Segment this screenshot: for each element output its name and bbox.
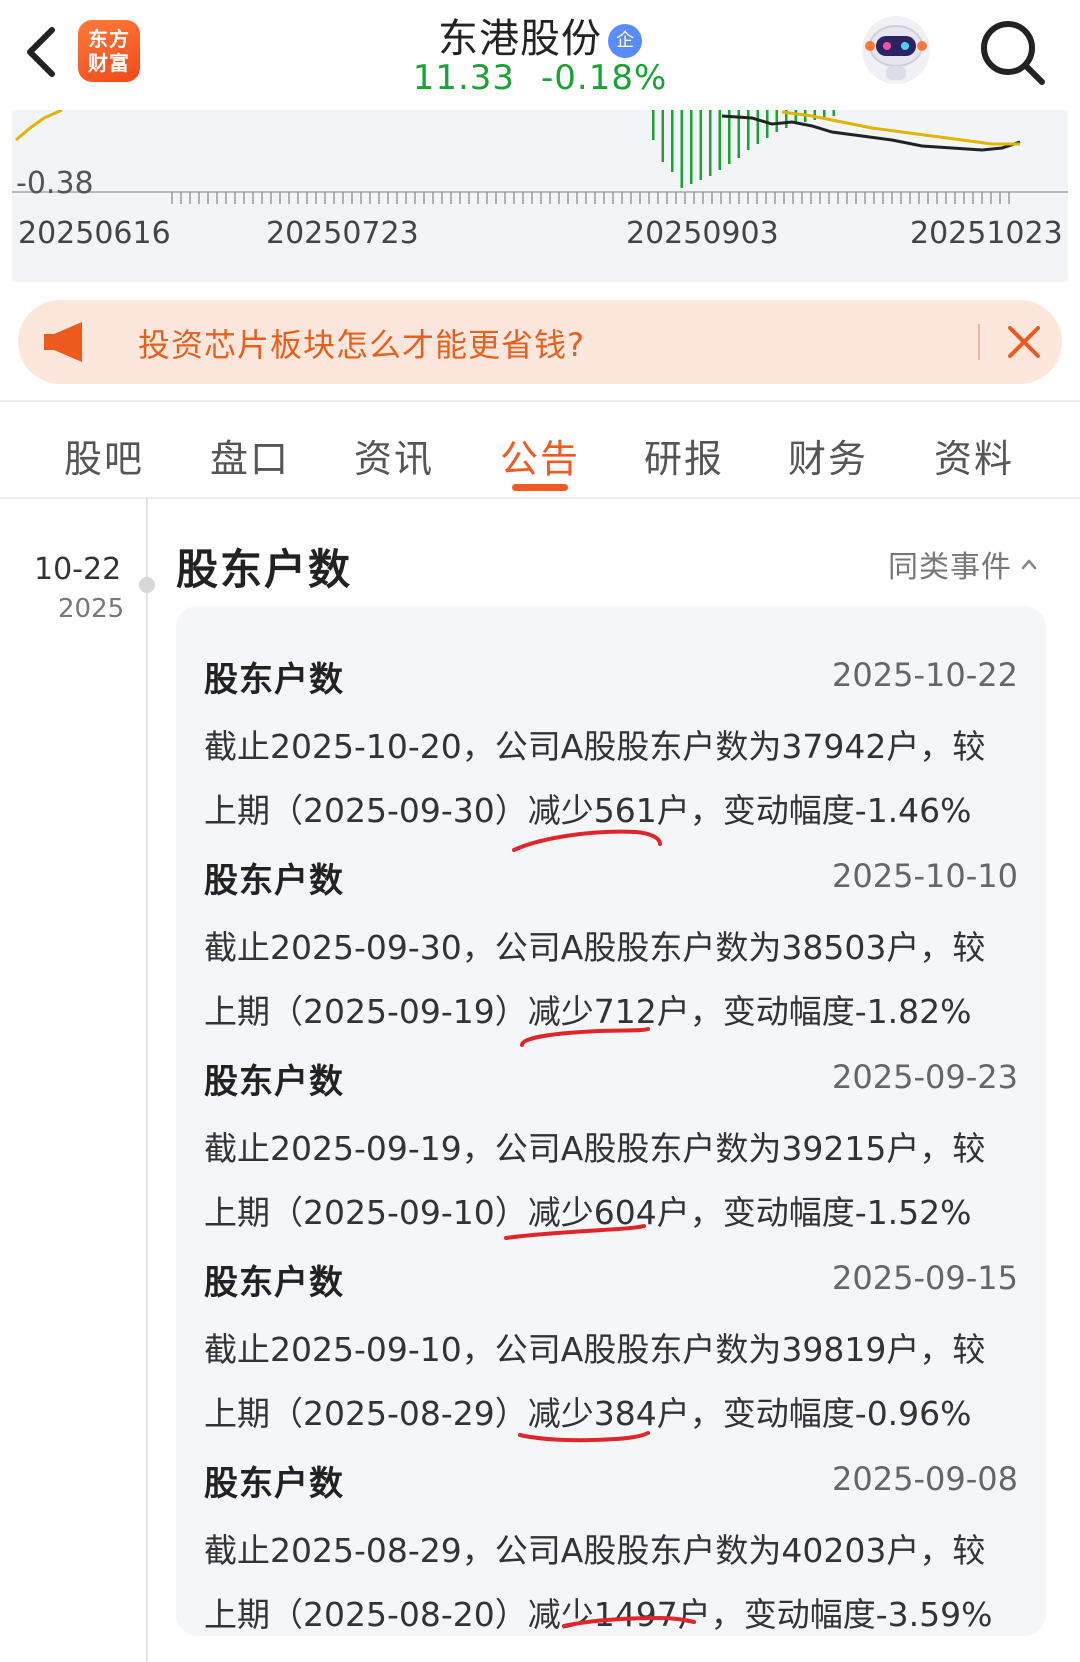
entry-period: 上期（2025-09-30）	[204, 791, 528, 830]
entry-change: ，变动幅度-1.82%	[689, 992, 972, 1031]
histogram-bar	[661, 110, 664, 162]
robot-assistant-icon[interactable]	[858, 12, 934, 88]
entry-decrease: 减少604户	[527, 1193, 690, 1232]
x-tick-label: 20251023	[910, 216, 1063, 251]
megaphone-icon	[44, 322, 82, 362]
announcement-entry[interactable]: 股东户数 2025-10-10 截止2025-09-30，公司A股股东户数为38…	[176, 837, 1046, 1047]
histogram-bar	[756, 110, 759, 144]
announcement-entry[interactable]: 股东户数 2025-10-22 截止2025-10-20，公司A股股东户数为37…	[176, 636, 1046, 852]
histogram-bar	[718, 110, 721, 170]
tab-guba[interactable]: 股吧	[64, 428, 144, 483]
enterprise-badge: 企	[608, 24, 642, 58]
search-icon[interactable]	[978, 18, 1048, 88]
entry-title: 股东户数	[204, 861, 344, 901]
entry-change: ，变动幅度-0.96%	[689, 1394, 972, 1433]
entry-period: 上期（2025-08-29）	[204, 1394, 528, 1433]
entry-date: 2025-10-10	[832, 857, 1018, 895]
tab-announcements[interactable]: 公告	[500, 428, 580, 483]
histogram-bar	[699, 110, 702, 180]
yellow-line	[15, 110, 63, 142]
entry-period: 上期（2025-09-19）	[204, 992, 528, 1031]
tab-bar: 股吧 盘口 资讯 公告 研报 财务 资料	[0, 402, 1080, 498]
promo-divider	[978, 324, 980, 360]
entry-period: 上期（2025-09-10）	[204, 1193, 528, 1232]
stock-name: 东港股份	[438, 16, 602, 62]
announcement-entry[interactable]: 股东户数 2025-09-08 截止2025-08-29，公司A股股东户数为40…	[176, 1440, 1046, 1640]
similar-events-toggle[interactable]: 同类事件	[888, 542, 1038, 586]
announcement-entry[interactable]: 股东户数 2025-09-15 截止2025-09-10，公司A股股东户数为39…	[176, 1239, 1046, 1443]
entry-text-line: 截止2025-09-30，公司A股股东户数为38503户，较	[204, 928, 986, 967]
entry-text-line: 截止2025-09-19，公司A股股东户数为39215户，较	[204, 1129, 986, 1168]
histogram-bar	[652, 110, 655, 140]
entry-decrease: 减少561户	[527, 791, 690, 830]
promo-text[interactable]: 投资芯片板块怎么才能更省钱?	[138, 320, 585, 366]
histogram-bar	[690, 110, 693, 184]
macd-chart	[12, 110, 1068, 204]
timeline-dot	[139, 577, 155, 593]
entry-text-line: 上期（2025-09-10）减少604户，变动幅度-1.52%	[204, 1186, 972, 1234]
histogram-bar	[728, 110, 731, 164]
histogram-bar	[747, 110, 750, 150]
entry-text-line: 上期（2025-08-20）减少1497户，变动幅度-3.59%	[204, 1588, 993, 1636]
entry-date: 2025-09-15	[832, 1259, 1018, 1297]
histogram-bar	[709, 110, 712, 176]
tab-finance[interactable]: 财务	[788, 428, 868, 483]
entry-decrease: 减少384户	[527, 1394, 690, 1433]
stock-price: 11.33	[412, 58, 516, 98]
entry-text-line: 上期（2025-08-29）减少384户，变动幅度-0.96%	[204, 1387, 972, 1435]
histogram-bar	[775, 110, 778, 132]
entry-title: 股东户数	[204, 1464, 344, 1504]
entry-text-line: 截止2025-09-10，公司A股股东户数为39819户，较	[204, 1330, 986, 1369]
chart-strip: -0.38 20250616 20250723 20250903 2025102…	[12, 110, 1068, 282]
active-tab-indicator	[512, 484, 568, 491]
entry-text-line: 截止2025-08-29，公司A股股东户数为40203户，较	[204, 1531, 986, 1570]
entry-text-line: 截止2025-10-20，公司A股股东户数为37942户，较	[204, 727, 986, 766]
x-tick-label: 20250616	[18, 216, 171, 251]
entry-text-line: 上期（2025-09-30）减少561户，变动幅度-1.46%	[204, 784, 972, 832]
announcement-card: 股东户数 2025-10-22 截止2025-10-20，公司A股股东户数为37…	[176, 606, 1046, 1636]
entry-period: 上期（2025-08-20）	[204, 1595, 528, 1634]
tab-research[interactable]: 研报	[644, 428, 724, 483]
timeline-date: 10-22	[34, 552, 122, 587]
chevron-up-icon	[1021, 559, 1037, 570]
stock-change: -0.18%	[541, 58, 668, 98]
histogram-bar	[832, 110, 835, 116]
tab-pankou[interactable]: 盘口	[210, 428, 290, 483]
x-tick-label: 20250723	[266, 216, 419, 251]
entry-change: ，变动幅度-1.46%	[689, 791, 972, 830]
entry-date: 2025-10-22	[832, 656, 1018, 694]
entry-date: 2025-09-08	[832, 1460, 1018, 1498]
entry-decrease: 减少1497户	[527, 1595, 711, 1634]
entry-change: ，变动幅度-1.52%	[689, 1193, 972, 1232]
y-axis-label: -0.38	[16, 166, 94, 201]
section-title: 股东户数	[176, 545, 353, 594]
entry-text-line: 上期（2025-09-19）减少712户，变动幅度-1.82%	[204, 985, 972, 1033]
entry-change: ，变动幅度-3.59%	[710, 1595, 993, 1634]
entry-title: 股东户数	[204, 1062, 344, 1102]
histogram-bar	[671, 110, 674, 172]
announcement-entry[interactable]: 股东户数 2025-09-23 截止2025-09-19，公司A股股东户数为39…	[176, 1038, 1046, 1240]
tab-profile[interactable]: 资料	[934, 428, 1014, 483]
timeline-year: 2025	[58, 594, 125, 624]
x-tick-label: 20250903	[626, 216, 779, 251]
divider	[0, 497, 1080, 499]
timeline-line	[146, 498, 148, 1662]
entry-date: 2025-09-23	[832, 1058, 1018, 1096]
similar-events-label: 同类事件	[888, 550, 1012, 585]
histogram-bar	[680, 110, 683, 188]
entry-title: 股东户数	[204, 660, 344, 700]
entry-title: 股东户数	[204, 1263, 344, 1303]
entry-decrease: 减少712户	[527, 992, 690, 1031]
top-bar: 东方财富 东港股份企 11.33 -0.18%	[0, 0, 1080, 110]
close-icon[interactable]	[1006, 324, 1042, 360]
promo-banner[interactable]: 投资芯片板块怎么才能更省钱?	[18, 300, 1062, 384]
tab-news[interactable]: 资讯	[354, 428, 434, 483]
